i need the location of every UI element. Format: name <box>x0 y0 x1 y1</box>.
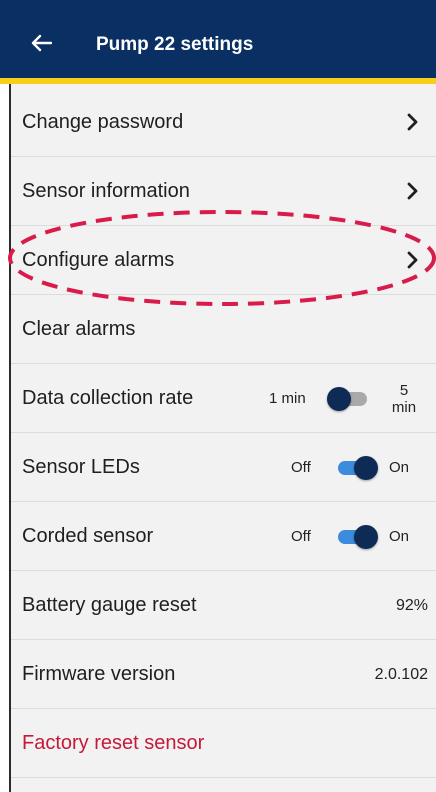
rate-option-right: 5 min <box>388 382 420 416</box>
sensor-leds-label: Sensor LEDs <box>22 456 140 478</box>
firmware-version-value: 2.0.102 <box>374 666 428 683</box>
sensor-leds-row: Sensor LEDs Off On <box>11 433 436 502</box>
battery-level-value: 92% <box>395 597 428 614</box>
clear-alarms-label: Clear alarms <box>22 318 136 340</box>
left-frame-edge <box>0 0 11 792</box>
toggle-knob <box>354 525 378 549</box>
clear-alarms-row[interactable]: Clear alarms <box>11 295 436 364</box>
data-collection-rate-row: Data collection rate 1 min 5 min <box>11 364 436 433</box>
battery-gauge-reset-label: Battery gauge reset <box>22 594 197 616</box>
chevron-right-icon <box>407 182 418 200</box>
toggle-knob <box>327 387 351 411</box>
settings-list: Change password Sensor information Confi… <box>11 88 436 778</box>
sensor-leds-toggle[interactable] <box>336 456 378 480</box>
corded-sensor-toggle[interactable] <box>336 525 378 549</box>
page-title: Pump 22 settings <box>96 34 254 55</box>
change-password-row[interactable]: Change password <box>11 88 436 157</box>
rate-option-right-unit: min <box>391 399 417 416</box>
corded-option-on: On <box>389 528 410 545</box>
toggle-knob <box>354 456 378 480</box>
corded-sensor-row: Corded sensor Off On <box>11 502 436 571</box>
corded-sensor-label: Corded sensor <box>22 525 154 547</box>
firmware-version-row: Firmware version 2.0.102 <box>11 640 436 709</box>
configure-alarms-label: Configure alarms <box>22 249 175 271</box>
leds-option-on: On <box>389 459 410 476</box>
factory-reset-label: Factory reset sensor <box>22 732 205 754</box>
app-header: Pump 22 settings <box>0 0 436 84</box>
chevron-right-icon <box>407 113 418 131</box>
back-arrow-icon <box>31 34 52 52</box>
change-password-label: Change password <box>22 111 184 133</box>
data-collection-rate-label: Data collection rate <box>22 387 194 409</box>
corded-option-off: Off <box>291 528 311 545</box>
firmware-version-label: Firmware version <box>22 663 176 685</box>
factory-reset-row[interactable]: Factory reset sensor <box>11 709 436 778</box>
sensor-information-row[interactable]: Sensor information <box>11 157 436 226</box>
configure-alarms-row[interactable]: Configure alarms <box>11 226 436 295</box>
back-button[interactable] <box>26 28 56 58</box>
chevron-right-icon <box>407 251 418 269</box>
data-collection-rate-toggle[interactable] <box>327 387 369 411</box>
rate-option-right-value: 5 <box>399 382 409 399</box>
leds-option-off: Off <box>291 459 311 476</box>
rate-option-left: 1 min <box>269 390 306 407</box>
header-accent-bar <box>0 78 436 84</box>
battery-gauge-reset-row[interactable]: Battery gauge reset 92% <box>11 571 436 640</box>
sensor-information-label: Sensor information <box>22 180 190 202</box>
